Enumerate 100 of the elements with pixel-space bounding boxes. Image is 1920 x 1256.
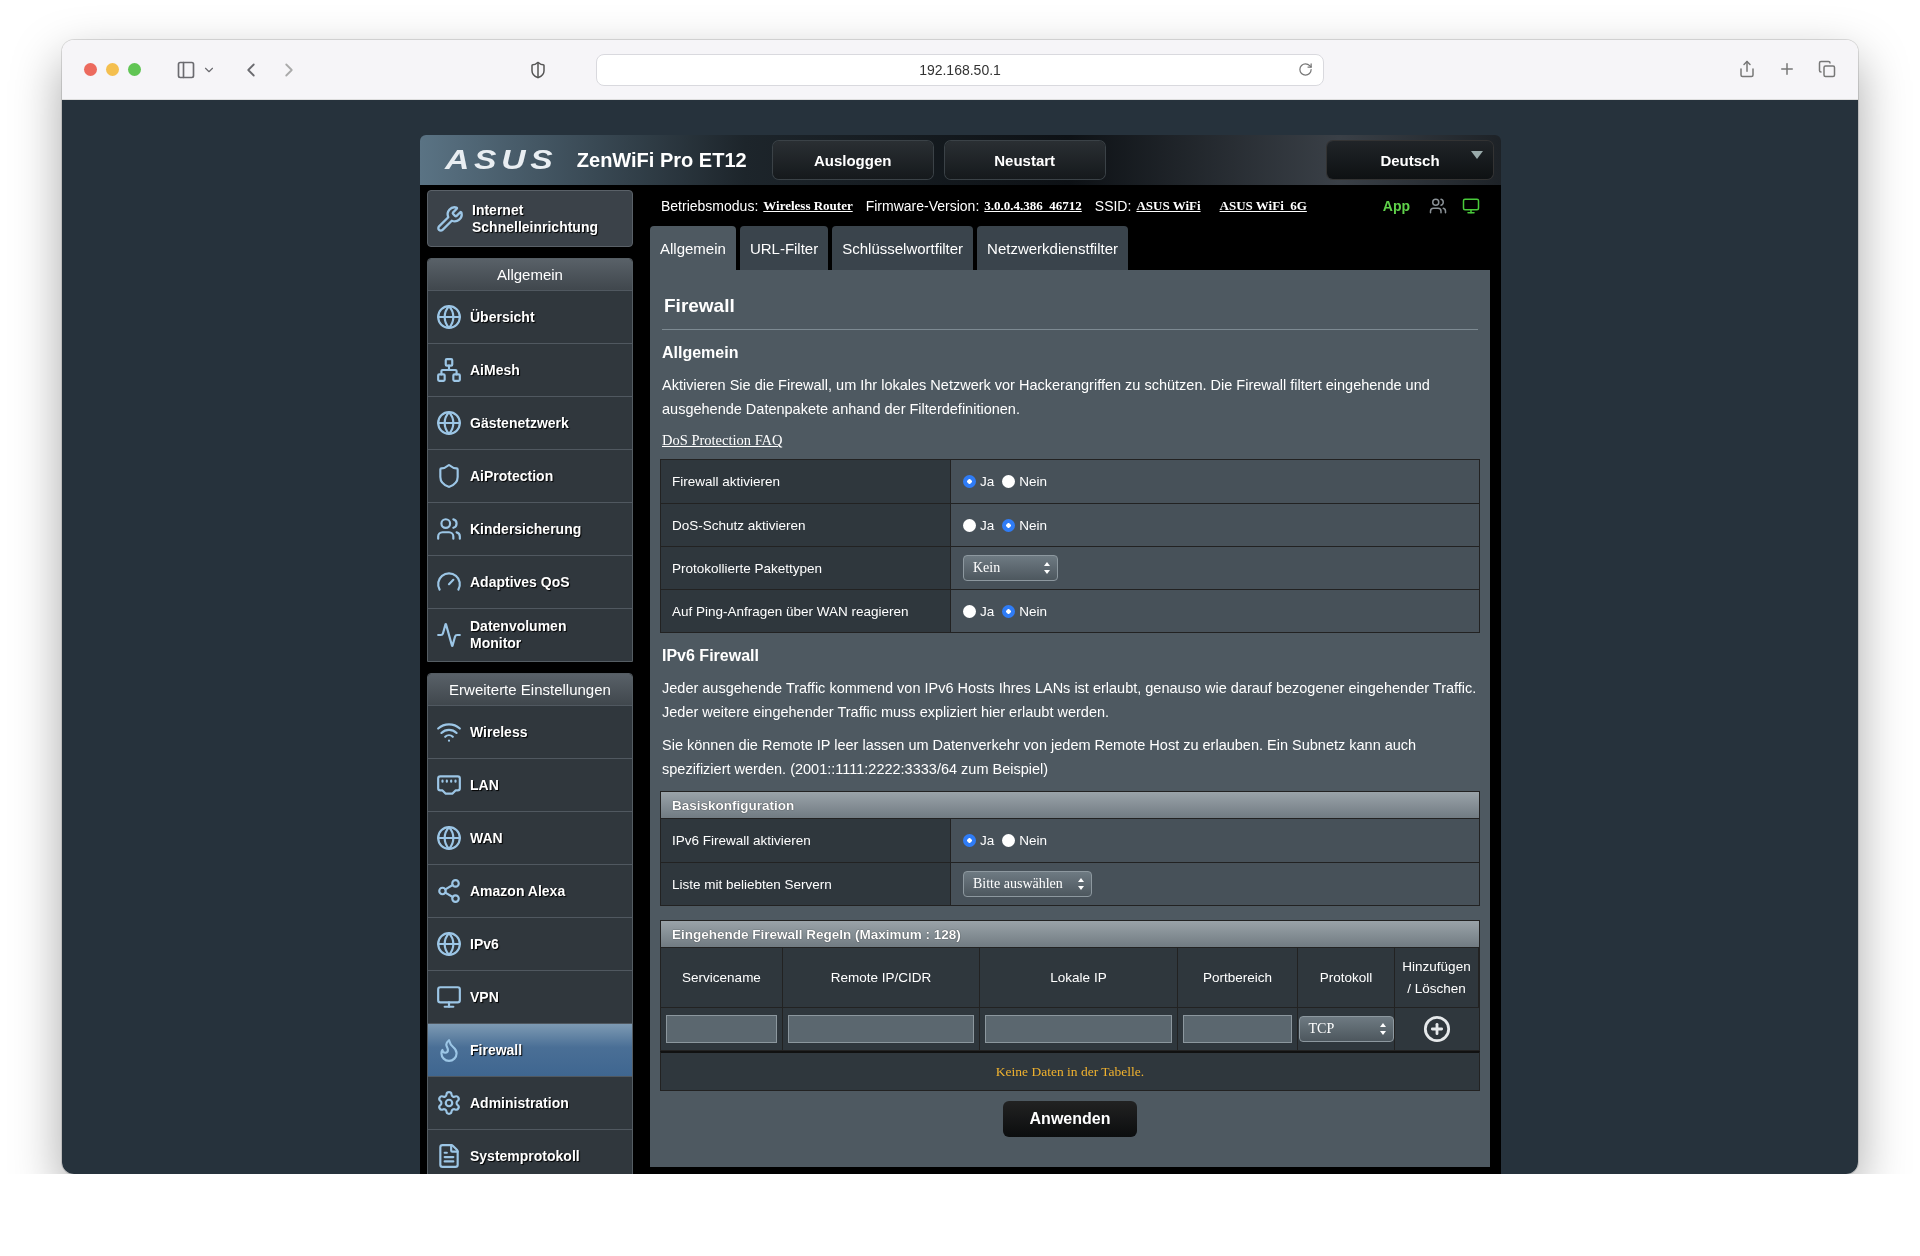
dropdown-select[interactable]: Kein (963, 555, 1058, 581)
faq-link[interactable]: DoS Protection FAQ (662, 432, 783, 449)
address-bar[interactable]: 192.168.50.1 (596, 53, 1324, 86)
ssid-link[interactable]: ASUS WiFi_6G (1219, 197, 1307, 214)
radio-label[interactable]: Nein (1019, 474, 1048, 489)
quick-setup-button[interactable]: Internet Schnelleinrichtung (427, 190, 633, 247)
radio-button[interactable] (1002, 604, 1016, 618)
tab[interactable]: Schlüsselwortfilter (832, 226, 974, 270)
shield-icon[interactable] (529, 61, 547, 79)
radio-button[interactable] (963, 604, 976, 618)
column-header: Portbereich (1178, 948, 1298, 1007)
sidebar-item[interactable]: Übersicht (428, 290, 632, 343)
setting-label: Firewall aktivieren (661, 460, 951, 503)
sidebar-item[interactable]: AiMesh (428, 343, 632, 396)
setting-label: Liste mit beliebten Servern (661, 863, 951, 905)
ethernet-port-icon (436, 772, 462, 798)
setting-label: IPv6 Firewall aktivieren (661, 819, 951, 862)
status-label: SSID: (1094, 197, 1132, 214)
sidebar-item[interactable]: AiProtection (428, 449, 632, 502)
firmware-link[interactable]: 3.0.0.4.386_46712 (984, 197, 1082, 214)
apply-button[interactable]: Anwenden (1003, 1101, 1137, 1137)
globe-icon (436, 304, 462, 330)
monitor-icon[interactable] (1462, 196, 1480, 215)
globe-icon (436, 931, 462, 957)
input-field[interactable] (666, 1015, 777, 1043)
radio-label[interactable]: Ja (980, 603, 995, 619)
radio-button[interactable] (1002, 518, 1016, 532)
logo: ASUS (445, 144, 558, 176)
shield-icon (436, 463, 462, 489)
radio-label[interactable]: Nein (1019, 603, 1048, 619)
input-field[interactable] (788, 1015, 974, 1043)
sidebar-item[interactable]: Gästenetzwerk (428, 396, 632, 449)
caret-icon (1471, 151, 1483, 159)
sidebar-item[interactable]: WAN (428, 811, 632, 864)
sidebar-item[interactable]: Datenvolumen Monitor (428, 608, 632, 661)
header-button[interactable]: Ausloggen (772, 141, 933, 179)
status-label: Firmware-Version: (865, 197, 980, 214)
dropdown-select[interactable]: Bitte auswählen (963, 871, 1092, 897)
sidebar-item[interactable]: Systemprotokoll (428, 1129, 632, 1174)
updown-arrows-icon (1076, 877, 1085, 891)
reload-icon[interactable] (1298, 61, 1313, 77)
plus-icon[interactable] (1778, 60, 1796, 78)
sidebar-item[interactable]: Administration (428, 1076, 632, 1129)
ssid-link[interactable]: ASUS WiFi (1136, 197, 1201, 214)
radio-button[interactable] (963, 475, 976, 488)
sidebar-item[interactable]: Firewall (428, 1023, 632, 1076)
radio-label[interactable]: Nein (1019, 517, 1048, 533)
sidebar-item[interactable]: Kindersicherung (428, 502, 632, 555)
section-heading: IPv6 Firewall (662, 647, 760, 665)
radio-label[interactable]: Nein (1019, 833, 1048, 848)
input-field[interactable] (985, 1015, 1172, 1043)
setting-label: Protokollierte Pakettypen (661, 547, 951, 589)
share-icon[interactable] (1738, 60, 1756, 78)
sidebar-item[interactable]: LAN (428, 758, 632, 811)
dropdown-select[interactable]: TCP (1298, 1016, 1394, 1042)
document-icon (436, 1143, 462, 1169)
radio-button[interactable] (963, 834, 976, 847)
tabs-icon[interactable] (1818, 60, 1836, 78)
nodes-icon (436, 878, 462, 904)
tab[interactable]: Netzwerkdienstfilter (977, 226, 1128, 270)
description-text: Aktivieren Sie die Firewall, um Ihr lokales Netzwerk vor Hackerangriffen zu schützen. Die Firewall filtert eingehende und ausgehende Datenpakete anhand der Filterdefinitionen. (662, 376, 1431, 419)
column-header: Remote IP/CIDR (783, 948, 980, 1007)
radio-button[interactable] (1002, 475, 1016, 488)
network-icon (436, 357, 462, 383)
add-icon[interactable] (1423, 1015, 1451, 1043)
mode-link[interactable]: Wireless Router (763, 197, 853, 214)
description-text: Sie können die Remote IP leer lassen um Datenverkehr von jedem Remote Host zu erlauben. Ein Subnetz kann auch spezifiziert werden. (2001::1111:2222:3333/64 zum Beispiel) (662, 736, 1418, 779)
input-field[interactable] (1183, 1015, 1292, 1043)
sidebar-item[interactable]: Amazon Alexa (428, 864, 632, 917)
radio-label[interactable]: Ja (980, 517, 995, 533)
section-heading: Allgemein (662, 344, 740, 362)
section-bar: Eingehende Firewall Regeln (Maximum : 128) (660, 920, 1480, 948)
sidebar-item[interactable]: Adaptives QoS (428, 555, 632, 608)
sidebar-item[interactable]: IPv6 (428, 917, 632, 970)
setting-label: Auf Ping-Anfragen über WAN reagieren (661, 590, 951, 632)
sidebar-item[interactable]: VPN (428, 970, 632, 1023)
people-icon (436, 516, 462, 542)
app-link[interactable]: App (1382, 197, 1410, 214)
column-header: Protokoll (1298, 948, 1395, 1007)
column-header: Hinzufügen / Löschen (1395, 948, 1479, 1007)
updown-arrows-icon (1378, 1022, 1387, 1036)
close-button[interactable] (84, 63, 97, 76)
radio-button[interactable] (1002, 834, 1016, 847)
tab[interactable]: URL-Filter (739, 226, 829, 270)
radio-label[interactable]: Ja (980, 474, 995, 489)
monitor-icon (436, 984, 462, 1010)
language-dropdown[interactable]: Deutsch (1327, 141, 1493, 179)
people-icon[interactable] (1429, 196, 1447, 215)
description-text: Jeder ausgehende Traffic kommend von IPv6 Hosts Ihres LANs ist erlaubt, genauso wie darauf bezogener eingehender Traffic. Jeder weitere eingehender Traffic muss expliziert hier erlaubt werden. (662, 679, 1478, 722)
menu-group-header: Erweiterte Einstellungen (428, 674, 632, 705)
sidebar-item[interactable]: Wireless (428, 705, 632, 758)
radio-label[interactable]: Ja (980, 833, 995, 848)
globe-icon (436, 825, 462, 851)
tab[interactable]: Allgemein (650, 226, 736, 270)
wrench-icon (436, 204, 464, 233)
header-button[interactable]: Neustart (944, 141, 1105, 179)
gear-icon (436, 1090, 462, 1116)
radio-button[interactable] (963, 518, 976, 532)
pulse-icon (436, 622, 462, 648)
sidebar-icon[interactable] (176, 59, 196, 80)
